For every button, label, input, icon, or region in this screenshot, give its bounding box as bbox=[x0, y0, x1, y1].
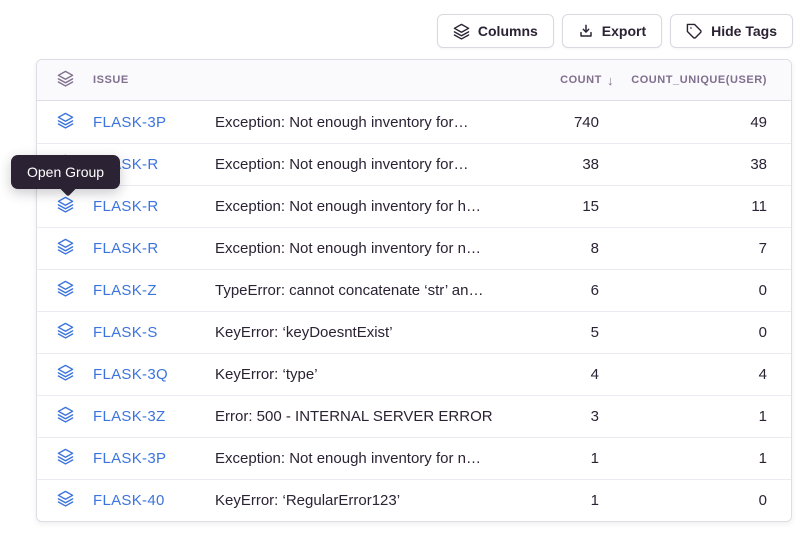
issue-link[interactable]: FLASK-3P bbox=[93, 114, 166, 131]
results-table: ISSUE COUNT ↓ COUNT_UNIQUE(USER) FLASK-3… bbox=[36, 59, 792, 522]
table-row: FLASK-R Exception: Not enough inventory … bbox=[37, 227, 791, 269]
export-button[interactable]: Export bbox=[562, 14, 662, 48]
hide-tags-button-label: Hide Tags bbox=[711, 23, 777, 39]
issue-title: KeyError: ‘type’ bbox=[215, 366, 494, 383]
issue-link[interactable]: FLASK-3P bbox=[93, 450, 166, 467]
open-group-icon-cell[interactable] bbox=[37, 196, 93, 217]
issue-title: Exception: Not enough inventory for n… bbox=[215, 240, 494, 257]
count-unique-value: 49 bbox=[599, 114, 767, 131]
issue-title: Exception: Not enough inventory for… bbox=[215, 114, 494, 131]
table-row: FLASK-3Z Error: 500 - INTERNAL SERVER ER… bbox=[37, 395, 791, 437]
count-value: 3 bbox=[494, 408, 599, 425]
layers-icon bbox=[57, 196, 74, 217]
issue-link[interactable]: FLASK-3Q bbox=[93, 366, 168, 383]
issue-link[interactable]: FLASK-40 bbox=[93, 492, 165, 509]
open-group-icon-cell[interactable] bbox=[37, 364, 93, 385]
toolbar: Columns Export Hide Tags bbox=[437, 14, 793, 48]
column-header-count-unique[interactable]: COUNT_UNIQUE(USER) bbox=[599, 74, 767, 86]
count-value: 4 bbox=[494, 366, 599, 383]
layers-icon bbox=[57, 448, 74, 469]
issue-link[interactable]: FLASK-S bbox=[93, 324, 158, 341]
count-value: 1 bbox=[494, 450, 599, 467]
count-value: 8 bbox=[494, 240, 599, 257]
layers-icon bbox=[57, 70, 74, 90]
count-unique-value: 0 bbox=[599, 324, 767, 341]
download-icon bbox=[578, 23, 594, 39]
issue-title: KeyError: ‘keyDoesntExist’ bbox=[215, 324, 494, 341]
layers-icon bbox=[57, 322, 74, 343]
count-unique-value: 1 bbox=[599, 408, 767, 425]
count-unique-value: 0 bbox=[599, 282, 767, 299]
count-unique-value: 38 bbox=[599, 156, 767, 173]
open-group-tooltip: Open Group bbox=[11, 155, 120, 189]
open-group-icon-cell[interactable] bbox=[37, 280, 93, 301]
issue-link[interactable]: FLASK-R bbox=[93, 198, 158, 215]
open-group-icon-cell[interactable] bbox=[37, 238, 93, 259]
table-row: FLASK-S KeyError: ‘keyDoesntExist’ 5 0 bbox=[37, 311, 791, 353]
count-unique-value: 0 bbox=[599, 492, 767, 509]
layers-icon bbox=[57, 112, 74, 133]
layers-icon bbox=[453, 23, 470, 40]
layers-icon bbox=[57, 280, 74, 301]
tooltip-label: Open Group bbox=[27, 164, 104, 180]
columns-button[interactable]: Columns bbox=[437, 14, 554, 48]
open-group-icon-cell[interactable] bbox=[37, 112, 93, 133]
issue-title: TypeError: cannot concatenate ‘str’ an… bbox=[215, 282, 494, 299]
export-button-label: Export bbox=[602, 23, 646, 39]
issue-title: Exception: Not enough inventory for… bbox=[215, 156, 494, 173]
column-header-issue[interactable]: ISSUE bbox=[93, 74, 215, 86]
count-unique-value: 1 bbox=[599, 450, 767, 467]
count-unique-value: 11 bbox=[599, 198, 767, 215]
issue-title: Exception: Not enough inventory for n… bbox=[215, 450, 494, 467]
count-value: 740 bbox=[494, 114, 599, 131]
hide-tags-button[interactable]: Hide Tags bbox=[670, 14, 793, 48]
count-unique-value: 4 bbox=[599, 366, 767, 383]
issue-title: Exception: Not enough inventory for h… bbox=[215, 198, 494, 215]
layers-icon bbox=[57, 490, 74, 511]
issue-link[interactable]: FLASK-Z bbox=[93, 282, 157, 299]
layers-icon bbox=[57, 406, 74, 427]
table-header: ISSUE COUNT ↓ COUNT_UNIQUE(USER) bbox=[37, 60, 791, 101]
layers-icon bbox=[57, 364, 74, 385]
open-group-icon-cell[interactable] bbox=[37, 490, 93, 511]
column-header-count[interactable]: COUNT ↓ bbox=[494, 73, 599, 88]
open-group-icon-cell[interactable] bbox=[37, 448, 93, 469]
layers-icon bbox=[57, 238, 74, 259]
issue-title: KeyError: ‘RegularError123’ bbox=[215, 492, 494, 509]
issue-link[interactable]: FLASK-3Z bbox=[93, 408, 165, 425]
count-unique-value: 7 bbox=[599, 240, 767, 257]
table-row: FLASK-40 KeyError: ‘RegularError123’ 1 0 bbox=[37, 479, 791, 521]
table-row: FLASK-3P Exception: Not enough inventory… bbox=[37, 101, 791, 143]
issue-column-icon-cell bbox=[37, 70, 93, 90]
count-value: 1 bbox=[494, 492, 599, 509]
table-row: FLASK-Z TypeError: cannot concatenate ‘s… bbox=[37, 269, 791, 311]
table-row: FLASK-R Exception: Not enough inventory … bbox=[37, 185, 791, 227]
table-body: FLASK-3P Exception: Not enough inventory… bbox=[37, 101, 791, 521]
tag-icon bbox=[686, 23, 703, 40]
table-row: FLASK-3Q KeyError: ‘type’ 4 4 bbox=[37, 353, 791, 395]
count-value: 5 bbox=[494, 324, 599, 341]
open-group-icon-cell[interactable] bbox=[37, 406, 93, 427]
open-group-icon-cell[interactable] bbox=[37, 322, 93, 343]
count-value: 38 bbox=[494, 156, 599, 173]
table-row: FLASK-3P Exception: Not enough inventory… bbox=[37, 437, 791, 479]
count-value: 6 bbox=[494, 282, 599, 299]
issue-title: Error: 500 - INTERNAL SERVER ERROR bbox=[215, 408, 494, 425]
columns-button-label: Columns bbox=[478, 23, 538, 39]
table-row: FLASK-R Exception: Not enough inventory … bbox=[37, 143, 791, 185]
issue-link[interactable]: FLASK-R bbox=[93, 240, 158, 257]
count-value: 15 bbox=[494, 198, 599, 215]
